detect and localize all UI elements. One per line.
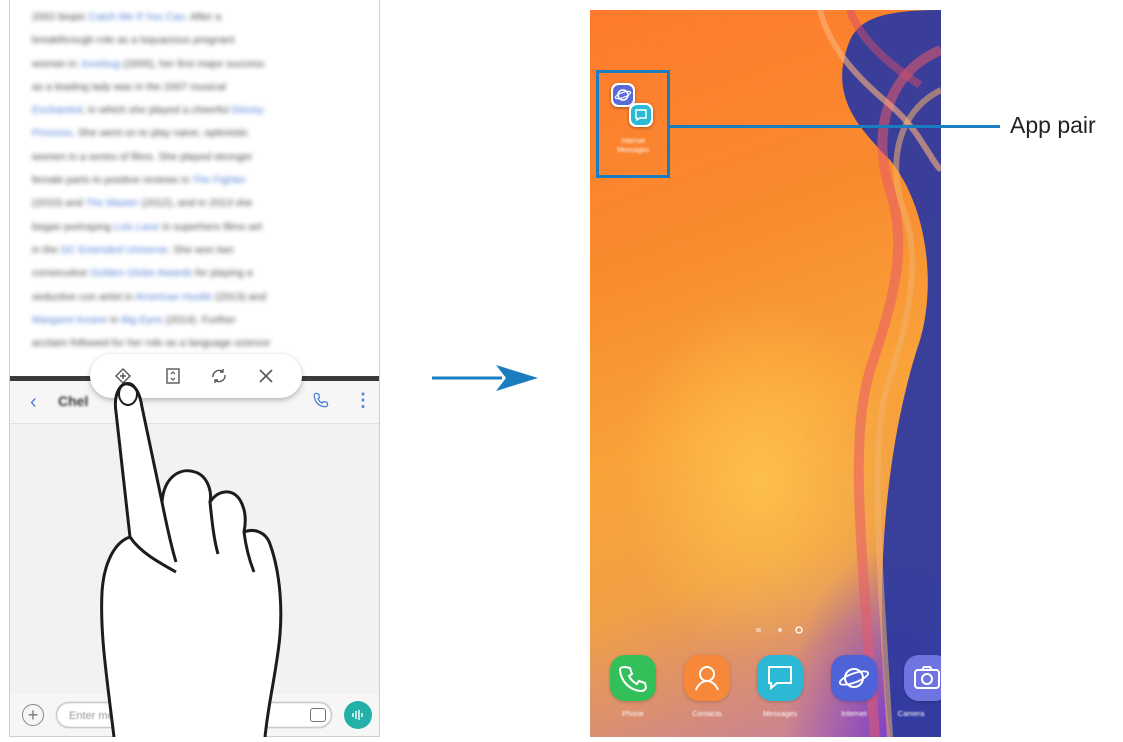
article-link[interactable]: The Fighter bbox=[192, 174, 246, 186]
voice-record-icon[interactable] bbox=[344, 701, 372, 729]
article-text: 2002 biopic Catch Me If You Can. After a… bbox=[10, 0, 379, 375]
article-text-run: began portraying bbox=[32, 220, 114, 233]
article-line: female parts to positive reviews in The … bbox=[32, 169, 361, 192]
article-line: in the DC Extended Universe. She won two bbox=[32, 239, 361, 262]
article-link[interactable]: Junebug bbox=[80, 58, 120, 70]
article-link[interactable]: Enchanted bbox=[32, 104, 82, 116]
phone-app-icon[interactable] bbox=[610, 655, 656, 701]
article-line: began portraying Lois Lane in superhero … bbox=[32, 216, 361, 239]
article-link[interactable]: Princess bbox=[32, 127, 72, 139]
article-text-run: in bbox=[107, 313, 122, 326]
article-text-run: . She went on to play naive, optimistic bbox=[72, 127, 248, 140]
plus-icon[interactable]: + bbox=[22, 704, 44, 726]
article-line: Enchanted, in which she played a cheerfu… bbox=[32, 99, 361, 122]
internet-app-icon[interactable] bbox=[831, 655, 877, 701]
dock-label: Messages bbox=[762, 709, 798, 718]
article-text-run: women in a series of films. She played s… bbox=[32, 150, 253, 163]
article-text-run: breakthrough role as a loquacious pregna… bbox=[32, 34, 235, 47]
article-text-run: woman in bbox=[32, 57, 80, 70]
pointing-hand-icon bbox=[80, 372, 330, 742]
article-line: consecutive Golden Globe Awards for play… bbox=[32, 262, 361, 285]
dock-label: Internet bbox=[841, 709, 867, 718]
article-line: acclaim followed for her role as a langu… bbox=[32, 332, 361, 355]
app-pair-label: Internet Messages bbox=[599, 137, 667, 155]
article-text-run: in superhero films set bbox=[159, 220, 262, 233]
article-text-run: as a leading lady was in the 2007 musica… bbox=[32, 80, 226, 93]
home-screen-phone: Internet Messages Phone Contacts Message… bbox=[590, 10, 941, 737]
article-text-run: 2002 biopic bbox=[32, 11, 89, 23]
article-line: as a leading lady was in the 2007 musica… bbox=[32, 76, 361, 99]
more-vertical-icon[interactable]: ⋮ bbox=[354, 390, 372, 411]
article-text-run: , in which she played a cheerful bbox=[82, 104, 232, 117]
dock-label: Contacts bbox=[692, 709, 722, 718]
article-link[interactable]: Golden Globe Awards bbox=[90, 267, 192, 279]
article-line: 2002 biopic Catch Me If You Can. After a bbox=[32, 6, 361, 29]
app-pair-label-line: Messages bbox=[617, 147, 649, 154]
article-link[interactable]: DC Extended Universe bbox=[61, 244, 168, 256]
article-text-run: in the bbox=[32, 243, 61, 256]
article-line: Princess. She went on to play naive, opt… bbox=[32, 122, 361, 145]
article-text-run: (2005), her first major success bbox=[120, 57, 265, 70]
arrow-right-icon bbox=[432, 365, 538, 391]
article-text-run: (2012), and in 2013 she bbox=[138, 197, 253, 210]
article-line: breakthrough role as a loquacious pregna… bbox=[32, 29, 361, 52]
app-pair-label-line: Internet bbox=[621, 138, 645, 145]
callout-line bbox=[670, 125, 1000, 128]
article-line: Margaret Keane in Big Eyes (2014). Furth… bbox=[32, 309, 361, 332]
article-link[interactable]: The Master bbox=[86, 197, 139, 209]
article-text-run: acclaim followed for her role as a langu… bbox=[32, 337, 271, 350]
article-line: seductive con artist in American Hustle … bbox=[32, 286, 361, 309]
article-link[interactable]: Lois Lane bbox=[114, 221, 160, 233]
article-text-run: consecutive bbox=[32, 267, 91, 280]
article-link[interactable]: Big Eyes bbox=[121, 314, 162, 326]
chevron-left-icon[interactable]: ‹ bbox=[30, 391, 37, 414]
article-text-run: . After a bbox=[184, 11, 222, 23]
article-text-run: . She won two bbox=[167, 243, 234, 256]
article-text-run: for playing a bbox=[192, 267, 253, 280]
article-text-run: (2014). Further bbox=[162, 313, 236, 326]
article-link[interactable]: Margaret Keane bbox=[32, 314, 107, 326]
article-line: women in a series of films. She played s… bbox=[32, 146, 361, 169]
app-pair-shortcut[interactable]: Internet Messages bbox=[596, 70, 670, 178]
article-link[interactable]: Catch Me If You Can bbox=[89, 11, 185, 23]
article-link[interactable]: American Hustle bbox=[135, 291, 212, 303]
article-link[interactable]: Disney bbox=[232, 104, 264, 116]
article-text-run: (2010) and bbox=[32, 197, 86, 210]
messages-app-icon bbox=[629, 103, 653, 127]
camera-app-icon[interactable] bbox=[904, 655, 941, 701]
article-text-run: female parts to positive reviews in bbox=[32, 174, 193, 187]
dock-label: Phone bbox=[622, 709, 644, 718]
dock-label: Camera bbox=[897, 709, 925, 718]
page-indicator[interactable] bbox=[756, 625, 806, 635]
article-line: (2010) and The Master (2012), and in 201… bbox=[32, 192, 361, 215]
contacts-app-icon[interactable] bbox=[684, 655, 730, 701]
article-text-run: seductive con artist in bbox=[32, 290, 136, 303]
callout-label: App pair bbox=[1010, 112, 1096, 138]
article-text-run: (2013) and bbox=[212, 290, 267, 303]
messages-app-icon[interactable] bbox=[757, 655, 803, 701]
article-line: woman in Junebug (2005), her first major… bbox=[32, 53, 361, 76]
